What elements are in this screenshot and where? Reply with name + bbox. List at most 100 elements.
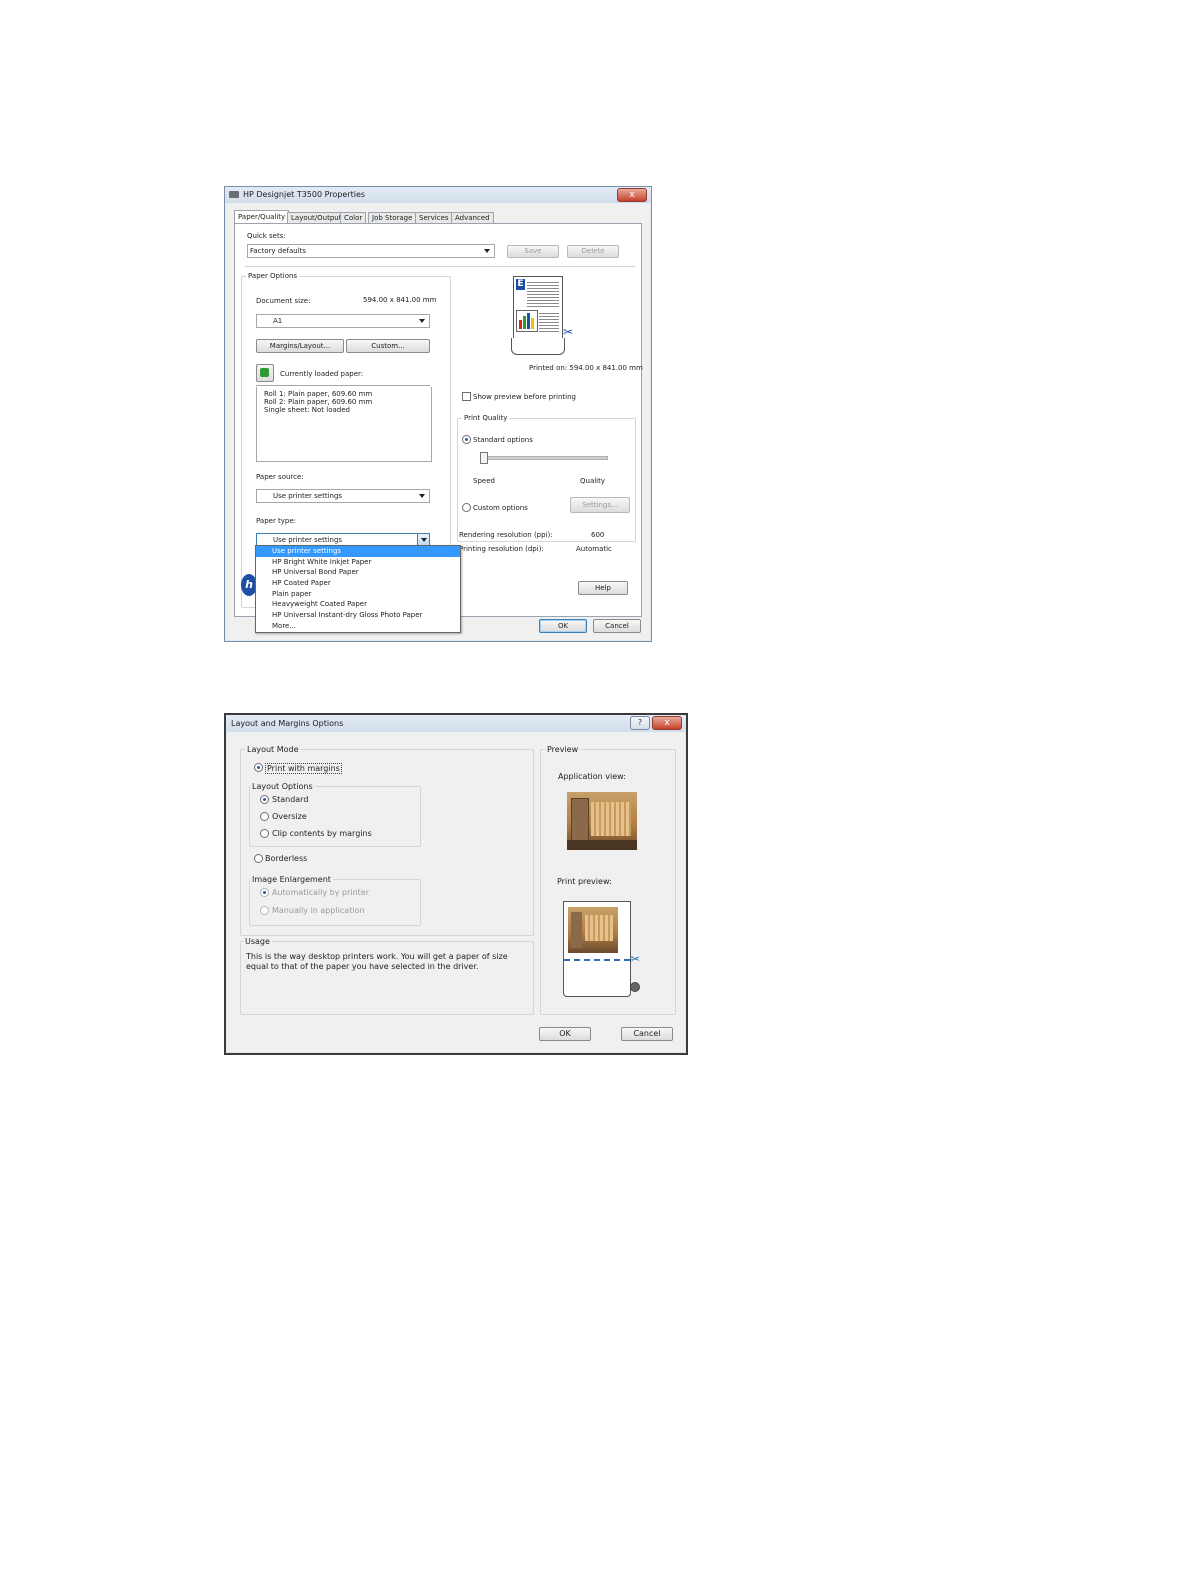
auto-by-printer-label: Automatically by printer — [272, 888, 370, 897]
quick-sets-select[interactable]: Factory defaults — [247, 244, 495, 258]
clip-contents-radio[interactable] — [260, 829, 269, 838]
custom-button[interactable]: Custom... — [346, 339, 430, 353]
dropdown-option[interactable]: HP Coated Paper — [256, 578, 460, 589]
application-view-image — [567, 792, 637, 850]
usage-title: Usage — [243, 937, 272, 946]
paper-type-value: Use printer settings — [273, 536, 343, 544]
custom-options-radio[interactable] — [462, 503, 471, 512]
settings-button[interactable]: Settings... — [570, 497, 630, 513]
preview-group: Preview Application view: Print preview:… — [540, 745, 676, 1015]
save-button[interactable]: Save — [507, 245, 559, 258]
layout-options-title: Layout Options — [250, 782, 315, 791]
refresh-icon — [260, 368, 269, 377]
paper-source-value: Use printer settings — [273, 492, 343, 500]
building-tower — [571, 798, 589, 846]
separator — [245, 266, 635, 267]
margins-layout-button[interactable]: Margins/Layout... — [256, 339, 344, 353]
text-lines — [527, 280, 559, 308]
slider-track — [480, 456, 608, 460]
paper-source-label: Paper source: — [256, 473, 304, 481]
auto-by-printer-radio[interactable] — [260, 888, 269, 897]
slider-thumb[interactable] — [480, 452, 488, 464]
paper-size-value: A1 — [273, 317, 283, 325]
layout-mode-title: Layout Mode — [245, 745, 301, 754]
properties-title: HP Designjet T3500 Properties — [243, 190, 366, 199]
show-preview-label: Show preview before printing — [473, 393, 576, 401]
paper-roll-icon — [630, 982, 640, 992]
dropdown-option[interactable]: HP Universal Instant-dry Gloss Photo Pap… — [256, 610, 460, 621]
paper-size-select[interactable]: A1 — [256, 314, 430, 328]
standard-label: Standard — [272, 795, 309, 804]
refresh-button[interactable] — [256, 364, 274, 382]
dropdown-option[interactable]: Heavyweight Coated Paper — [256, 599, 460, 610]
quick-sets-label: Quick sets: — [247, 232, 286, 240]
rendering-resolution-value: 600 — [591, 531, 605, 539]
building-tower — [571, 912, 582, 948]
usage-group: Usage This is the way desktop printers w… — [240, 937, 534, 1015]
print-quality-group: Print Quality Standard options Speed Qua… — [457, 414, 636, 542]
delete-button[interactable]: Delete — [567, 245, 619, 258]
rendering-resolution-label: Rendering resolution (ppi): — [459, 531, 553, 539]
letter-e-icon: E — [516, 279, 525, 290]
loaded-paper-line: Roll 2: Plain paper, 609.60 mm — [264, 398, 373, 406]
building-block — [585, 915, 613, 941]
usage-text: This is the way desktop printers work. Y… — [246, 952, 508, 971]
paper-type-dropdown: Use printer settings HP Bright White Ink… — [255, 545, 461, 633]
oversize-label: Oversize — [272, 812, 307, 821]
manually-label: Manually in application — [272, 906, 365, 915]
printing-resolution-value: Automatic — [576, 545, 612, 553]
standard-radio[interactable] — [260, 795, 269, 804]
text-lines — [539, 311, 559, 333]
chevron-down-icon — [484, 249, 490, 253]
ok-button[interactable]: OK — [539, 619, 587, 633]
dropdown-option[interactable]: HP Universal Bond Paper — [256, 567, 460, 578]
building-block — [591, 802, 631, 836]
print-with-margins-radio[interactable] — [254, 763, 263, 772]
dropdown-option[interactable]: Use printer settings — [256, 546, 460, 557]
ok-label: OK — [559, 1029, 571, 1038]
quality-label: Quality — [580, 477, 606, 485]
layout-mode-group: Layout Mode Print with margins Layout Op… — [240, 745, 534, 936]
dropdown-option[interactable]: More... — [256, 621, 460, 632]
chevron-down-icon — [419, 319, 425, 323]
printing-resolution-label: Printing resolution (dpi): — [459, 545, 544, 553]
bar-blue — [527, 313, 530, 329]
help-button[interactable]: Help — [578, 581, 628, 595]
bar-chart-icon — [516, 310, 538, 332]
chevron-down-icon — [419, 494, 425, 498]
custom-options-label: Custom options — [473, 504, 528, 512]
print-preview-label: Print preview: — [557, 877, 612, 886]
chevron-down-icon — [421, 538, 427, 542]
paper-roll — [511, 338, 565, 355]
quality-slider[interactable] — [480, 452, 608, 464]
ok-button[interactable]: OK — [539, 1027, 591, 1041]
oversize-radio[interactable] — [260, 812, 269, 821]
cancel-button[interactable]: Cancel — [593, 619, 641, 633]
borderless-label: Borderless — [265, 854, 308, 863]
print-with-margins-label: Print with margins — [265, 763, 342, 774]
close-button[interactable]: x — [617, 188, 647, 202]
manually-radio[interactable] — [260, 906, 269, 915]
standard-options-radio[interactable] — [462, 435, 471, 444]
close-button[interactable]: x — [652, 716, 682, 730]
bar-green — [523, 316, 526, 329]
standard-options-label: Standard options — [473, 436, 533, 444]
print-quality-title: Print Quality — [462, 414, 510, 422]
loaded-paper-line: Single sheet: Not loaded — [264, 406, 350, 414]
layout-titlebar: Layout and Margins Options ? x — [226, 715, 686, 732]
loaded-paper-line: Roll 1: Plain paper, 609.60 mm — [264, 390, 373, 398]
preview-image — [568, 907, 618, 953]
borderless-radio[interactable] — [254, 854, 263, 863]
paper-type-label: Paper type: — [256, 517, 297, 525]
paper-options-title: Paper Options — [246, 272, 300, 280]
properties-titlebar: HP Designjet T3500 Properties x — [225, 187, 651, 203]
ground — [567, 840, 637, 850]
currently-loaded-label: Currently loaded paper: — [280, 370, 364, 378]
help-button[interactable]: ? — [630, 716, 650, 730]
cancel-button[interactable]: Cancel — [621, 1027, 673, 1041]
paper-source-select[interactable]: Use printer settings — [256, 489, 430, 503]
loaded-paper-list: Roll 1: Plain paper, 609.60 mm Roll 2: P… — [256, 387, 432, 462]
print-preview-page: ✂ — [563, 901, 640, 997]
show-preview-checkbox[interactable] — [462, 392, 471, 401]
document-size-label: Document size: — [256, 297, 311, 305]
